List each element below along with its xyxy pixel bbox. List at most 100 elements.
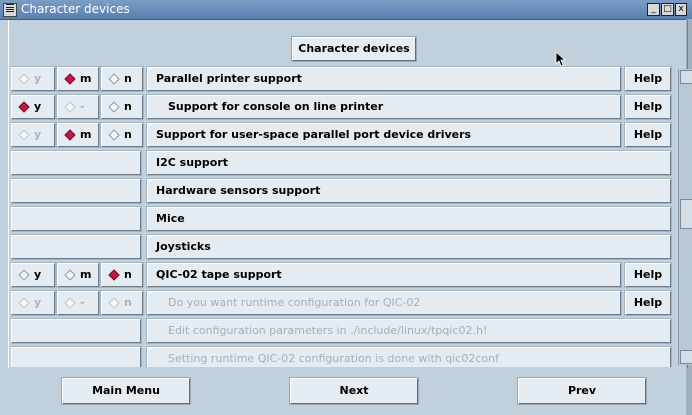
radio-diamond-icon [108, 128, 120, 141]
navigation-bar: Main Menu Next Prev [0, 368, 692, 415]
tristate-y-button [11, 179, 141, 203]
option-label-text: Mice [156, 212, 185, 225]
help-button[interactable]: Help [625, 123, 671, 147]
main-menu-button[interactable]: Main Menu [62, 378, 190, 404]
radio-diamond-icon [18, 100, 30, 113]
option-label[interactable]: QIC-02 tape support [147, 263, 621, 287]
mouse-cursor-icon [555, 51, 567, 67]
tristate-y-button [11, 151, 141, 175]
submenu-button[interactable]: I2C support [147, 151, 671, 175]
tristate-y-button: y [11, 123, 55, 147]
help-button[interactable]: Help [625, 67, 671, 91]
tristate-y-label: y [18, 128, 41, 141]
radio-diamond-icon [64, 100, 76, 113]
help-button[interactable]: Help [625, 95, 671, 119]
option-label-text: Setting runtime QIC-02 configuration is … [168, 352, 499, 365]
close-button[interactable]: x [675, 3, 687, 16]
next-button[interactable]: Next [290, 378, 418, 404]
option-label-text: Parallel printer support [156, 72, 302, 85]
tristate-n-button[interactable]: n [101, 263, 143, 287]
submenu-button: Edit configuration parameters in ./inclu… [147, 319, 671, 343]
radio-diamond-icon [64, 296, 76, 309]
option-row: Hardware sensors support [11, 178, 675, 205]
section-heading-button[interactable]: Character devices [292, 37, 416, 61]
tristate-y-button[interactable]: y [11, 95, 55, 119]
tristate-n-button[interactable]: n [101, 123, 143, 147]
tristate-n-label: n [108, 128, 132, 141]
submenu-button[interactable]: Hardware sensors support [147, 179, 671, 203]
tristate-m-button: - [57, 291, 99, 315]
option-row: Edit configuration parameters in ./inclu… [11, 318, 675, 345]
option-label: Do you want runtime configuration for QI… [147, 291, 621, 315]
window-title: Character devices [21, 2, 130, 16]
tristate-y-label: y [18, 268, 41, 281]
tristate-n-label: n [108, 296, 132, 309]
prev-button[interactable]: Prev [518, 378, 646, 404]
option-label[interactable]: Support for console on line printer [147, 95, 621, 119]
tristate-m-button: - [57, 95, 99, 119]
tristate-y-button [11, 235, 141, 259]
tristate-m-button[interactable]: m [57, 123, 99, 147]
option-label-text: QIC-02 tape support [156, 268, 282, 281]
submenu-button[interactable]: Mice [147, 207, 671, 231]
help-button[interactable]: Help [625, 291, 671, 315]
option-row: y m n QIC-02 tape support Help [11, 262, 675, 289]
option-row: y m n Parallel printer support Help [11, 66, 675, 93]
tristate-y-button: y [11, 291, 55, 315]
tristate-n-label: n [108, 72, 132, 85]
tristate-y-label: y [18, 100, 41, 113]
option-label-text: Joysticks [156, 240, 211, 253]
scroll-up-arrow-icon[interactable] [680, 70, 692, 84]
submenu-button[interactable]: Joysticks [147, 235, 671, 259]
option-label-text: I2C support [156, 156, 229, 169]
tristate-n-label: n [108, 100, 132, 113]
tristate-n-button[interactable]: n [101, 95, 143, 119]
option-label[interactable]: Parallel printer support [147, 67, 621, 91]
option-label-text: Support for console on line printer [168, 100, 384, 113]
option-row: Joysticks [11, 234, 675, 261]
radio-diamond-icon [18, 268, 30, 281]
tristate-n-button[interactable]: n [101, 67, 143, 91]
options-list: y m n Parallel printer support Help y - n Suppor… [11, 66, 675, 367]
option-row: I2C support [11, 150, 675, 177]
radio-diamond-icon [108, 268, 120, 281]
tristate-y-button[interactable]: y [11, 263, 55, 287]
minimize-button[interactable]: _ [647, 3, 660, 16]
radio-diamond-icon [18, 296, 30, 309]
tristate-m-button[interactable]: m [57, 263, 99, 287]
radio-diamond-icon [64, 128, 76, 141]
maximize-button[interactable]: □ [661, 3, 674, 16]
option-row: y m n Support for user-space parallel port … [11, 122, 675, 149]
tristate-y-label: y [18, 72, 41, 85]
tristate-n-button: n [101, 291, 143, 315]
tristate-n-label: n [108, 268, 132, 281]
vertical-scrollbar[interactable] [678, 69, 692, 365]
tristate-m-label: - [64, 296, 85, 309]
tristate-y-button: y [11, 67, 55, 91]
radio-diamond-icon [18, 128, 30, 141]
option-label-text: Support for user-space parallel port dev… [156, 128, 472, 141]
tristate-m-button[interactable]: m [57, 67, 99, 91]
radio-diamond-icon [64, 268, 76, 281]
option-row: Setting runtime QIC-02 configuration is … [11, 346, 675, 367]
tristate-y-button [11, 347, 141, 367]
radio-diamond-icon [18, 72, 30, 85]
tristate-m-label: - [64, 100, 85, 113]
tristate-y-button [11, 319, 141, 343]
submenu-button: Setting runtime QIC-02 configuration is … [147, 347, 671, 367]
tristate-m-label: m [64, 72, 91, 85]
tristate-m-label: m [64, 268, 91, 281]
option-row: y - n Support for console on line printer He… [11, 94, 675, 121]
scrollbar-thumb[interactable] [680, 199, 692, 229]
option-label-text: Edit configuration parameters in ./inclu… [168, 324, 488, 337]
tristate-y-label: y [18, 296, 41, 309]
help-button[interactable]: Help [625, 263, 671, 287]
option-row: y - n Do you want runtime configuration for… [11, 290, 675, 317]
option-row: Mice [11, 206, 675, 233]
window-menu-icon[interactable] [3, 3, 17, 17]
tristate-y-button [11, 207, 141, 231]
scroll-down-arrow-icon[interactable] [680, 350, 692, 364]
option-label[interactable]: Support for user-space parallel port dev… [147, 123, 621, 147]
radio-diamond-icon [108, 100, 120, 113]
radio-diamond-icon [108, 72, 120, 85]
